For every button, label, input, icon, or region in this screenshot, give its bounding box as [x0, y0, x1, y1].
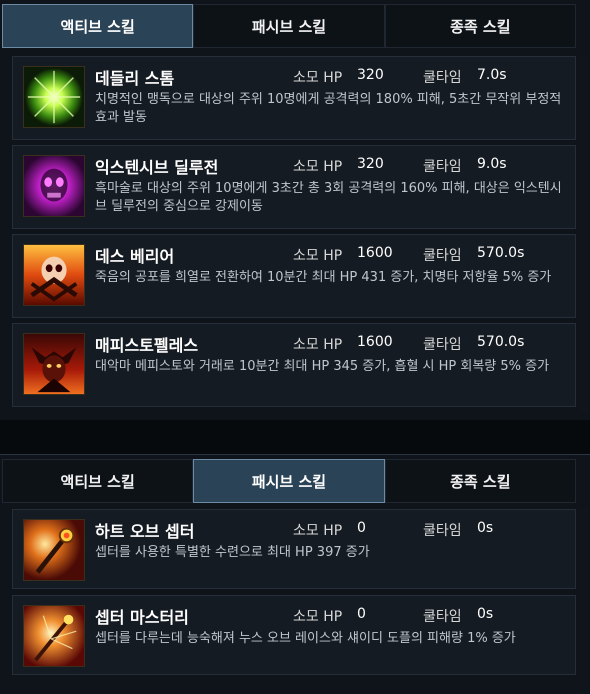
scepter-glow-icon: [23, 605, 85, 667]
hp-cost-value: 0: [357, 520, 366, 536]
hp-cost-label: 소모 HP: [293, 609, 343, 625]
skill-card[interactable]: 데스 베리어 소모 HP 1600 쿨타임 570.0s 죽음의 공포를 희열로…: [12, 234, 576, 318]
skill-description: 셉터를 다루는데 능숙해져 누스 오브 레이스와 섀이디 도플의 피해량 1% …: [95, 631, 516, 646]
tab-active-skill[interactable]: 액티브 스킬: [2, 459, 194, 503]
purple-skull-icon: [23, 155, 85, 217]
hp-cost-value: 320: [357, 156, 384, 172]
cooldown-label: 쿨타임: [423, 248, 462, 264]
cooldown-value: 0s: [477, 520, 494, 536]
skill-card[interactable]: 데들리 스톰 소모 HP 320 쿨타임 7.0s 치명적인 맹독으로 대상의 …: [12, 56, 576, 140]
skill-name: 데들리 스톰: [95, 69, 175, 88]
cooldown-value: 9.0s: [477, 156, 507, 172]
hp-cost-label: 소모 HP: [293, 523, 343, 539]
skill-card[interactable]: 하트 오브 셉터 소모 HP 0 쿨타임 0s 셉터를 사용한 특별한 수련으로…: [12, 509, 576, 589]
hp-cost-value: 320: [357, 67, 384, 83]
cooldown-label: 쿨타임: [423, 159, 462, 175]
cooldown-value: 7.0s: [477, 67, 507, 83]
skill-card[interactable]: 매피스토펠레스 소모 HP 1600 쿨타임 570.0s 대악마 메피스토와 …: [12, 323, 576, 407]
skill-name: 익스텐시브 딜루전: [95, 158, 219, 177]
skill-card[interactable]: 익스텐시브 딜루전 소모 HP 320 쿨타임 9.0s 흑마술로 대상의 주위…: [12, 145, 576, 229]
hp-cost-value: 0: [357, 606, 366, 622]
scrollbar[interactable]: [580, 509, 588, 689]
skill-name: 하트 오브 셉터: [95, 522, 195, 541]
passive-skill-panel: 액티브 스킬 패시브 스킬 종족 스킬 하트 오브 셉터 소모 HP 0 쿨타임…: [0, 454, 590, 694]
panel-divider: [0, 420, 590, 454]
tab-passive-skill[interactable]: 패시브 스킬: [193, 459, 385, 503]
skill-name: 셉터 마스터리: [95, 608, 189, 627]
skill-tabs: 액티브 스킬 패시브 스킬 종족 스킬: [2, 459, 576, 503]
cooldown-label: 쿨타임: [423, 523, 462, 539]
cooldown-label: 쿨타임: [423, 337, 462, 353]
skill-card[interactable]: 셉터 마스터리 소모 HP 0 쿨타임 0s 셉터를 다루는데 능숙해져 누스 …: [12, 595, 576, 675]
hp-cost-label: 소모 HP: [293, 70, 343, 86]
skill-description: 치명적인 맹독으로 대상의 주위 10명에게 공격력의 180% 피해, 5초간…: [95, 92, 562, 125]
tab-race-skill[interactable]: 종족 스킬: [384, 4, 576, 48]
tab-active-skill[interactable]: 액티브 스킬: [2, 4, 194, 48]
cooldown-label: 쿨타임: [423, 70, 462, 86]
hp-cost-label: 소모 HP: [293, 248, 343, 264]
skill-name: 매피스토펠레스: [95, 336, 199, 355]
hp-cost-label: 소모 HP: [293, 337, 343, 353]
skill-description: 죽음의 공포를 희열로 전환하여 10분간 최대 HP 431 증가, 치명타 …: [95, 270, 552, 285]
skill-description: 흑마술로 대상의 주위 10명에게 3초간 총 3회 공격력의 160% 피해,…: [95, 181, 562, 214]
hp-cost-value: 1600: [357, 245, 393, 261]
fire-skull-icon: [23, 244, 85, 306]
scrollbar[interactable]: [580, 56, 588, 412]
skill-tabs: 액티브 스킬 패시브 스킬 종족 스킬: [2, 4, 576, 48]
hp-cost-value: 1600: [357, 334, 393, 350]
cooldown-label: 쿨타임: [423, 609, 462, 625]
tab-race-skill[interactable]: 종족 스킬: [384, 459, 576, 503]
skill-description: 셉터를 사용한 특별한 수련으로 최대 HP 397 증가: [95, 545, 370, 560]
skill-name: 데스 베리어: [95, 247, 175, 266]
cooldown-value: 0s: [477, 606, 494, 622]
skill-list: 데들리 스톰 소모 HP 320 쿨타임 7.0s 치명적인 맹독으로 대상의 …: [12, 56, 576, 412]
hp-cost-label: 소모 HP: [293, 159, 343, 175]
active-skill-panel: 액티브 스킬 패시브 스킬 종족 스킬 데들리 스톰 소모 HP 320 쿨타임…: [0, 0, 590, 420]
scepter-icon: [23, 519, 85, 581]
tab-passive-skill[interactable]: 패시브 스킬: [193, 4, 385, 48]
cooldown-value: 570.0s: [477, 334, 525, 350]
green-burst-icon: [23, 66, 85, 128]
demon-icon: [23, 333, 85, 395]
cooldown-value: 570.0s: [477, 245, 525, 261]
skill-list: 하트 오브 셉터 소모 HP 0 쿨타임 0s 셉터를 사용한 특별한 수련으로…: [12, 509, 576, 681]
skill-description: 대악마 메피스토와 거래로 10분간 최대 HP 345 증가, 흡혈 시 HP…: [95, 359, 550, 374]
